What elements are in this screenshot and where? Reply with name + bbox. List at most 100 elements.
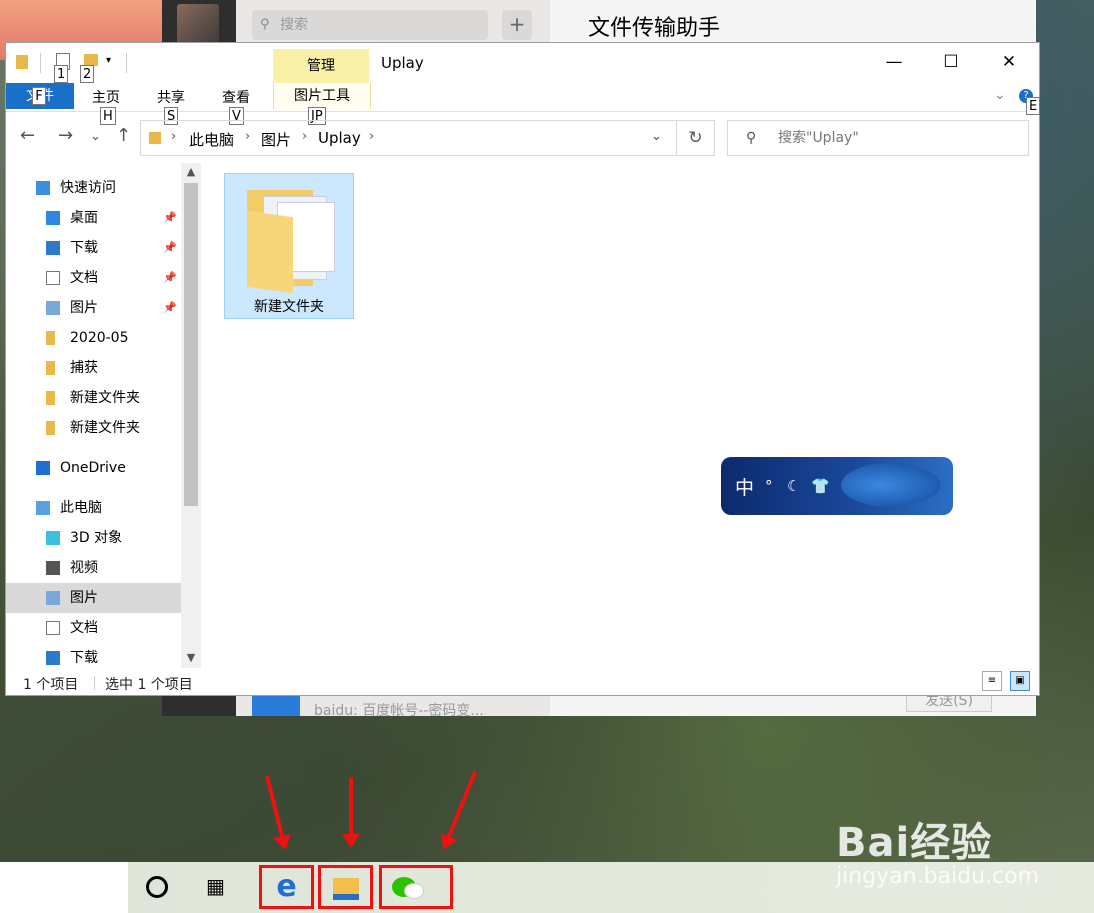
avatar[interactable] bbox=[177, 4, 219, 46]
sidebar-item[interactable]: 图片 bbox=[6, 583, 181, 613]
sidebar-item[interactable]: 图片 📌 bbox=[6, 293, 181, 323]
taskbar-file-explorer[interactable] bbox=[318, 865, 373, 909]
skin-icon[interactable]: 👕 bbox=[811, 477, 830, 495]
sidebar-item[interactable]: 此电脑 bbox=[6, 493, 181, 523]
pin-icon[interactable]: 📌 bbox=[163, 293, 177, 323]
tab-home[interactable]: 主页 bbox=[92, 87, 120, 107]
customize-toolbar-icon[interactable]: ▾ bbox=[106, 55, 111, 66]
close-button[interactable]: ✕ bbox=[981, 43, 1037, 83]
address-bar[interactable]: › 此电脑 › 图片 › Uplay › ⌄ bbox=[140, 120, 677, 156]
refresh-button[interactable]: ↻ bbox=[677, 120, 715, 156]
pin-icon[interactable]: 📌 bbox=[163, 203, 177, 233]
wechat-search-input[interactable]: ⚲ 搜索 bbox=[252, 10, 488, 40]
divider bbox=[94, 676, 95, 690]
punctuation-icon[interactable]: ° bbox=[765, 477, 773, 495]
large-icons-view-icon[interactable]: ▣ bbox=[1010, 671, 1030, 691]
keytip-file: F bbox=[32, 87, 46, 105]
nav-scrollbar[interactable]: ▲ ▼ bbox=[181, 163, 201, 668]
wechat-search-placeholder: 搜索 bbox=[280, 17, 308, 33]
sidebar-item-label: 桌面 bbox=[70, 210, 98, 226]
sidebar-item-label: 3D 对象 bbox=[70, 530, 123, 546]
folder-icon bbox=[46, 361, 55, 375]
sidebar-item[interactable]: 新建文件夹 bbox=[6, 383, 181, 413]
sidebar-item[interactable]: 桌面 📌 bbox=[6, 203, 181, 233]
breadcrumb-pictures[interactable]: 图片 bbox=[261, 129, 291, 150]
tab-share[interactable]: 共享 bbox=[157, 87, 185, 107]
sidebar-item[interactable]: 新建文件夹 bbox=[6, 413, 181, 443]
chevron-down-icon[interactable]: ⌄ bbox=[994, 87, 1006, 103]
chevron-right-icon[interactable]: › bbox=[245, 129, 250, 144]
item-count: 1 个项目 bbox=[23, 677, 79, 693]
back-arrow-icon[interactable]: ← bbox=[20, 125, 35, 146]
tab-picture-tools[interactable]: 图片工具 bbox=[273, 83, 371, 109]
sidebar-item[interactable]: 文档 bbox=[6, 613, 181, 643]
whale-decoration bbox=[841, 463, 941, 507]
sidebar-item[interactable]: 文档 📌 bbox=[6, 263, 181, 293]
sidebar-item-label: 新建文件夹 bbox=[70, 420, 140, 436]
sidebar-item[interactable]: 下载 bbox=[6, 643, 181, 668]
sidebar-item[interactable]: 3D 对象 bbox=[6, 523, 181, 553]
chevron-up-icon[interactable]: ▲ bbox=[181, 165, 201, 178]
moon-icon[interactable]: ☾ bbox=[787, 477, 800, 495]
chevron-down-icon[interactable]: ▼ bbox=[181, 651, 201, 664]
folder-item-label: 新建文件夹 bbox=[254, 299, 324, 315]
tab-manage[interactable]: 管理 bbox=[273, 49, 369, 83]
tab-view[interactable]: 查看 bbox=[222, 87, 250, 107]
watermark-url: jingyan.baidu.com bbox=[836, 864, 1040, 889]
up-arrow-icon[interactable]: ↑ bbox=[116, 125, 131, 146]
ime-mode[interactable]: 中 bbox=[735, 473, 754, 500]
scrollbar-thumb[interactable] bbox=[184, 183, 198, 506]
breadcrumb-this-pc[interactable]: 此电脑 bbox=[189, 129, 234, 150]
sidebar-item-label: 快速访问 bbox=[60, 180, 116, 196]
chevron-right-icon[interactable]: › bbox=[302, 129, 307, 144]
taskbar-edge[interactable]: e bbox=[259, 865, 314, 909]
recent-locations-icon[interactable]: ⌄ bbox=[90, 129, 101, 144]
sidebar-item[interactable]: OneDrive bbox=[6, 453, 181, 483]
edge-icon: e bbox=[276, 869, 297, 904]
chat-thumbnail[interactable] bbox=[252, 694, 300, 716]
chevron-right-icon[interactable]: › bbox=[369, 129, 374, 144]
status-bar: 1 个项目 选中 1 个项目 ≡ ▣ bbox=[6, 668, 1039, 697]
task-view-icon[interactable]: ▦ bbox=[206, 874, 225, 898]
folder-icon bbox=[46, 421, 55, 435]
sidebar-item[interactable]: 2020-05 bbox=[6, 323, 181, 353]
taskbar-wechat[interactable] bbox=[379, 865, 453, 909]
sidebar-item-label: 2020-05 bbox=[70, 330, 129, 346]
ribbon-tabs: 文件 F 主页 H 共享 S 查看 V 图片工具 JP ⌄ ? E bbox=[6, 83, 1041, 125]
pin-icon[interactable]: 📌 bbox=[163, 233, 177, 263]
details-view-icon[interactable]: ≡ bbox=[982, 671, 1002, 691]
sidebar-item[interactable]: 视频 bbox=[6, 553, 181, 583]
divider bbox=[126, 53, 127, 73]
chevron-down-icon[interactable]: ⌄ bbox=[651, 129, 662, 144]
sidebar-item[interactable]: 捕获 bbox=[6, 353, 181, 383]
chat-title: 文件传输助手 bbox=[588, 16, 721, 41]
forward-arrow-icon[interactable]: → bbox=[58, 125, 73, 146]
cube-icon bbox=[46, 531, 60, 545]
sidebar-item-label: 视频 bbox=[70, 560, 98, 576]
breadcrumb-uplay[interactable]: Uplay bbox=[318, 129, 361, 147]
file-explorer-icon bbox=[333, 878, 359, 900]
folder-icon bbox=[149, 132, 161, 144]
video-icon bbox=[46, 561, 60, 575]
wechat-add-button[interactable]: + bbox=[502, 10, 532, 40]
file-explorer-window: 1 2 ▾ 管理 Uplay — ☐ ✕ 文件 F 主页 H 共享 S 查看 V… bbox=[5, 42, 1041, 697]
keytip-1: 1 bbox=[54, 65, 69, 83]
minimize-button[interactable]: — bbox=[866, 43, 922, 83]
search-input[interactable]: ⚲ 搜索"Uplay" bbox=[727, 120, 1029, 156]
folder-item[interactable]: 新建文件夹 bbox=[224, 173, 354, 319]
document-icon bbox=[46, 271, 60, 285]
ime-toolbar[interactable]: 中 ° ☾ 👕 bbox=[721, 457, 953, 515]
red-arrow-annotation bbox=[342, 778, 360, 848]
sidebar-item[interactable]: 快速访问 bbox=[6, 173, 181, 203]
watermark-logo: Bai经验 bbox=[836, 820, 993, 866]
folder-icon bbox=[46, 331, 55, 345]
chevron-right-icon[interactable]: › bbox=[171, 129, 176, 144]
cortana-icon[interactable] bbox=[146, 876, 168, 898]
folder-icon[interactable] bbox=[16, 55, 28, 69]
sidebar-item-label: 文档 bbox=[70, 270, 98, 286]
maximize-button[interactable]: ☐ bbox=[923, 43, 979, 83]
divider bbox=[40, 53, 41, 73]
computer-icon bbox=[36, 501, 50, 515]
pin-icon[interactable]: 📌 bbox=[163, 263, 177, 293]
sidebar-item[interactable]: 下载 📌 bbox=[6, 233, 181, 263]
